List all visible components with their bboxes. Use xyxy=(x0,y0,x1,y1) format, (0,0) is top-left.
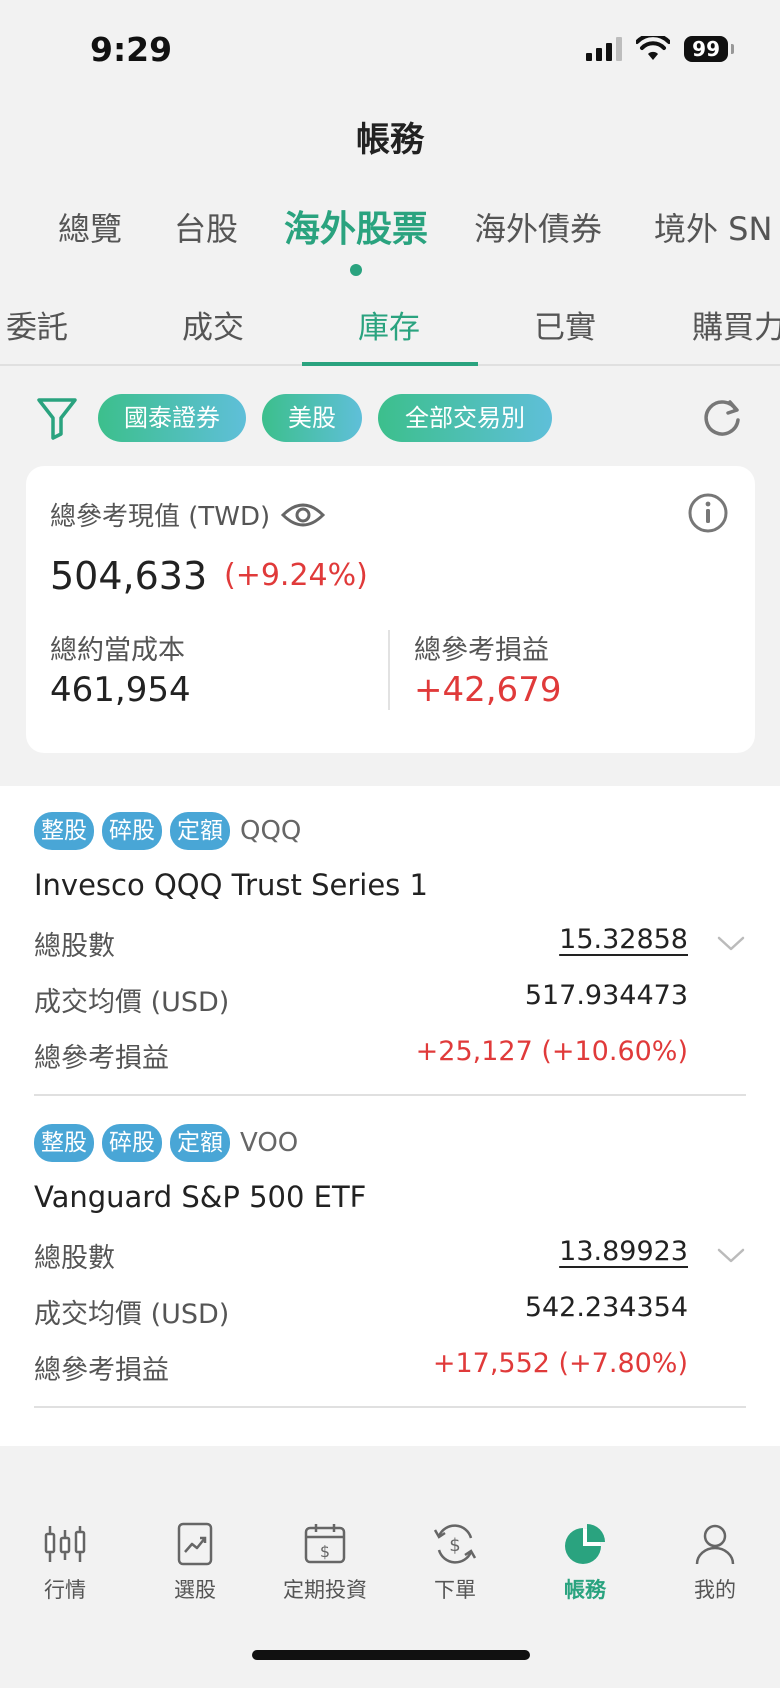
tab-taiwan-stocks[interactable]: 台股 xyxy=(174,204,238,250)
tab-overview[interactable]: 總覽 xyxy=(58,204,122,250)
avg-price-row: 成交均價 (USD) 542.234354 xyxy=(34,1292,688,1332)
nav-regular-investment[interactable]: $ 定期投資 xyxy=(260,1520,390,1604)
nav-profile-label: 我的 xyxy=(694,1578,736,1602)
subtab-orders[interactable]: 委託 xyxy=(6,302,68,347)
nav-stock-picker[interactable]: 選股 xyxy=(130,1520,260,1604)
tag-fixed-amount: 定額 xyxy=(170,1124,230,1162)
nav-stock-picker-label: 選股 xyxy=(174,1578,216,1602)
tag-fixed-amount: 定額 xyxy=(170,812,230,850)
holding-divider xyxy=(34,1094,746,1096)
chart-up-icon xyxy=(177,1522,213,1566)
total-pl-value: +42,679 xyxy=(414,670,562,710)
pl-row: 總參考損益 +25,127 (+10.60%) xyxy=(34,1036,688,1076)
user-icon xyxy=(695,1524,735,1565)
pie-chart-icon xyxy=(565,1524,605,1564)
total-pl-label: 總參考損益 xyxy=(414,635,549,666)
avg-price-value: 542.234354 xyxy=(524,1292,688,1323)
home-indicator xyxy=(252,1650,530,1660)
summary-divider xyxy=(388,630,390,710)
holding-divider xyxy=(34,1406,746,1408)
pl-value: +25,127 (+10.60%) xyxy=(415,1036,688,1067)
holding-name: Invesco QQQ Trust Series 1 xyxy=(34,868,428,902)
market-filter-chip[interactable]: 美股 xyxy=(262,394,362,442)
sub-tabs: 委託 成交 庫存 已實 購買力 xyxy=(0,290,780,366)
nav-market-label: 行情 xyxy=(44,1578,86,1602)
svg-text:$: $ xyxy=(320,1542,330,1561)
active-tab-dot xyxy=(350,264,362,276)
main-tabs: 總覽 台股 海外股票 海外債券 境外 SN xyxy=(0,200,780,280)
holding-item[interactable]: 整股 碎股 定額 QQQ Invesco QQQ Trust Series 1 … xyxy=(34,786,746,1096)
subtab-inventory[interactable]: 庫存 xyxy=(358,302,420,347)
svg-text:$: $ xyxy=(449,1535,460,1556)
tag-fractional-share: 碎股 xyxy=(102,1124,162,1162)
info-icon[interactable] xyxy=(687,492,729,534)
tag-whole-share: 整股 xyxy=(34,812,94,850)
holding-tags: 整股 碎股 定額 QQQ xyxy=(34,812,301,850)
chevron-down-icon[interactable] xyxy=(716,934,746,954)
bottom-nav: 行情 選股 $ 定期投資 $ 下單 帳務 我的 xyxy=(0,1520,780,1620)
holdings-list: 整股 碎股 定額 QQQ Invesco QQQ Trust Series 1 … xyxy=(0,786,780,1446)
total-value-percent: (+9.24%) xyxy=(224,558,368,593)
nav-order-label: 下單 xyxy=(434,1578,476,1602)
filter-icon[interactable] xyxy=(36,396,78,440)
tag-whole-share: 整股 xyxy=(34,1124,94,1162)
battery-indicator: 99 xyxy=(684,36,734,62)
subtab-underline xyxy=(302,362,478,366)
pl-row: 總參考損益 +17,552 (+7.80%) xyxy=(34,1348,688,1388)
eye-icon[interactable] xyxy=(280,500,326,530)
tab-offshore-sn[interactable]: 境外 SN xyxy=(654,204,772,250)
total-value-label-row: 總參考現值 (TWD) xyxy=(50,496,326,533)
avg-price-row: 成交均價 (USD) 517.934473 xyxy=(34,980,688,1020)
shares-label: 總股數 xyxy=(34,931,115,962)
total-value-label: 總參考現值 (TWD) xyxy=(50,502,271,532)
tab-overseas-stocks[interactable]: 海外股票 xyxy=(284,200,428,252)
chevron-down-icon[interactable] xyxy=(716,1246,746,1266)
holding-tags: 整股 碎股 定額 VOO xyxy=(34,1124,298,1162)
subtab-executions[interactable]: 成交 xyxy=(182,302,244,347)
shares-label: 總股數 xyxy=(34,1243,115,1274)
status-bar: 9:29 99 xyxy=(0,0,780,100)
holding-item[interactable]: 整股 碎股 定額 VOO Vanguard S&P 500 ETF 總股數 13… xyxy=(34,1098,746,1408)
holding-name: Vanguard S&P 500 ETF xyxy=(34,1180,367,1214)
status-time: 9:29 xyxy=(90,30,173,69)
holding-ticker: QQQ xyxy=(240,816,302,846)
nav-market[interactable]: 行情 xyxy=(0,1520,130,1604)
nav-regular-investment-label: 定期投資 xyxy=(283,1578,367,1602)
pl-label: 總參考損益 xyxy=(34,1355,169,1386)
tag-fractional-share: 碎股 xyxy=(102,812,162,850)
subtab-buying-power[interactable]: 購買力 xyxy=(692,302,780,347)
shares-value[interactable]: 15.32858 xyxy=(559,924,688,955)
dollar-cycle-icon: $ xyxy=(433,1524,477,1564)
nav-account-label: 帳務 xyxy=(564,1578,606,1602)
refresh-icon[interactable] xyxy=(700,396,744,440)
avg-price-label: 成交均價 (USD) xyxy=(34,987,230,1018)
status-icons: 99 xyxy=(586,36,734,62)
nav-account[interactable]: 帳務 xyxy=(520,1520,650,1604)
total-value: 504,633 xyxy=(50,554,208,598)
total-cost-value: 461,954 xyxy=(50,670,191,710)
tab-overseas-bonds[interactable]: 海外債券 xyxy=(474,204,602,250)
subtab-realized[interactable]: 已實 xyxy=(534,302,596,347)
avg-price-label: 成交均價 (USD) xyxy=(34,1299,230,1330)
shares-row: 總股數 15.32858 xyxy=(34,924,688,964)
calendar-dollar-icon: $ xyxy=(304,1524,346,1564)
broker-filter-chip[interactable]: 國泰證券 xyxy=(98,394,246,442)
cellular-signal-icon xyxy=(586,37,623,61)
total-cost-label: 總約當成本 xyxy=(50,635,185,666)
summary-card: 總參考現值 (TWD) 504,633 (+9.24%) 總約當成本 461,9… xyxy=(26,466,755,753)
shares-row: 總股數 13.89923 xyxy=(34,1236,688,1276)
nav-order[interactable]: $ 下單 xyxy=(390,1520,520,1604)
pl-value: +17,552 (+7.80%) xyxy=(432,1348,688,1379)
filter-row: 國泰證券 美股 全部交易別 xyxy=(0,392,780,448)
page-title: 帳務 xyxy=(356,120,424,160)
wifi-icon xyxy=(636,36,671,60)
shares-value[interactable]: 13.89923 xyxy=(559,1236,688,1267)
avg-price-value: 517.934473 xyxy=(524,980,688,1011)
nav-profile[interactable]: 我的 xyxy=(650,1520,780,1604)
pl-label: 總參考損益 xyxy=(34,1043,169,1074)
candlestick-icon xyxy=(44,1526,86,1562)
trade-type-filter-chip[interactable]: 全部交易別 xyxy=(378,394,552,442)
holding-ticker: VOO xyxy=(240,1128,299,1158)
